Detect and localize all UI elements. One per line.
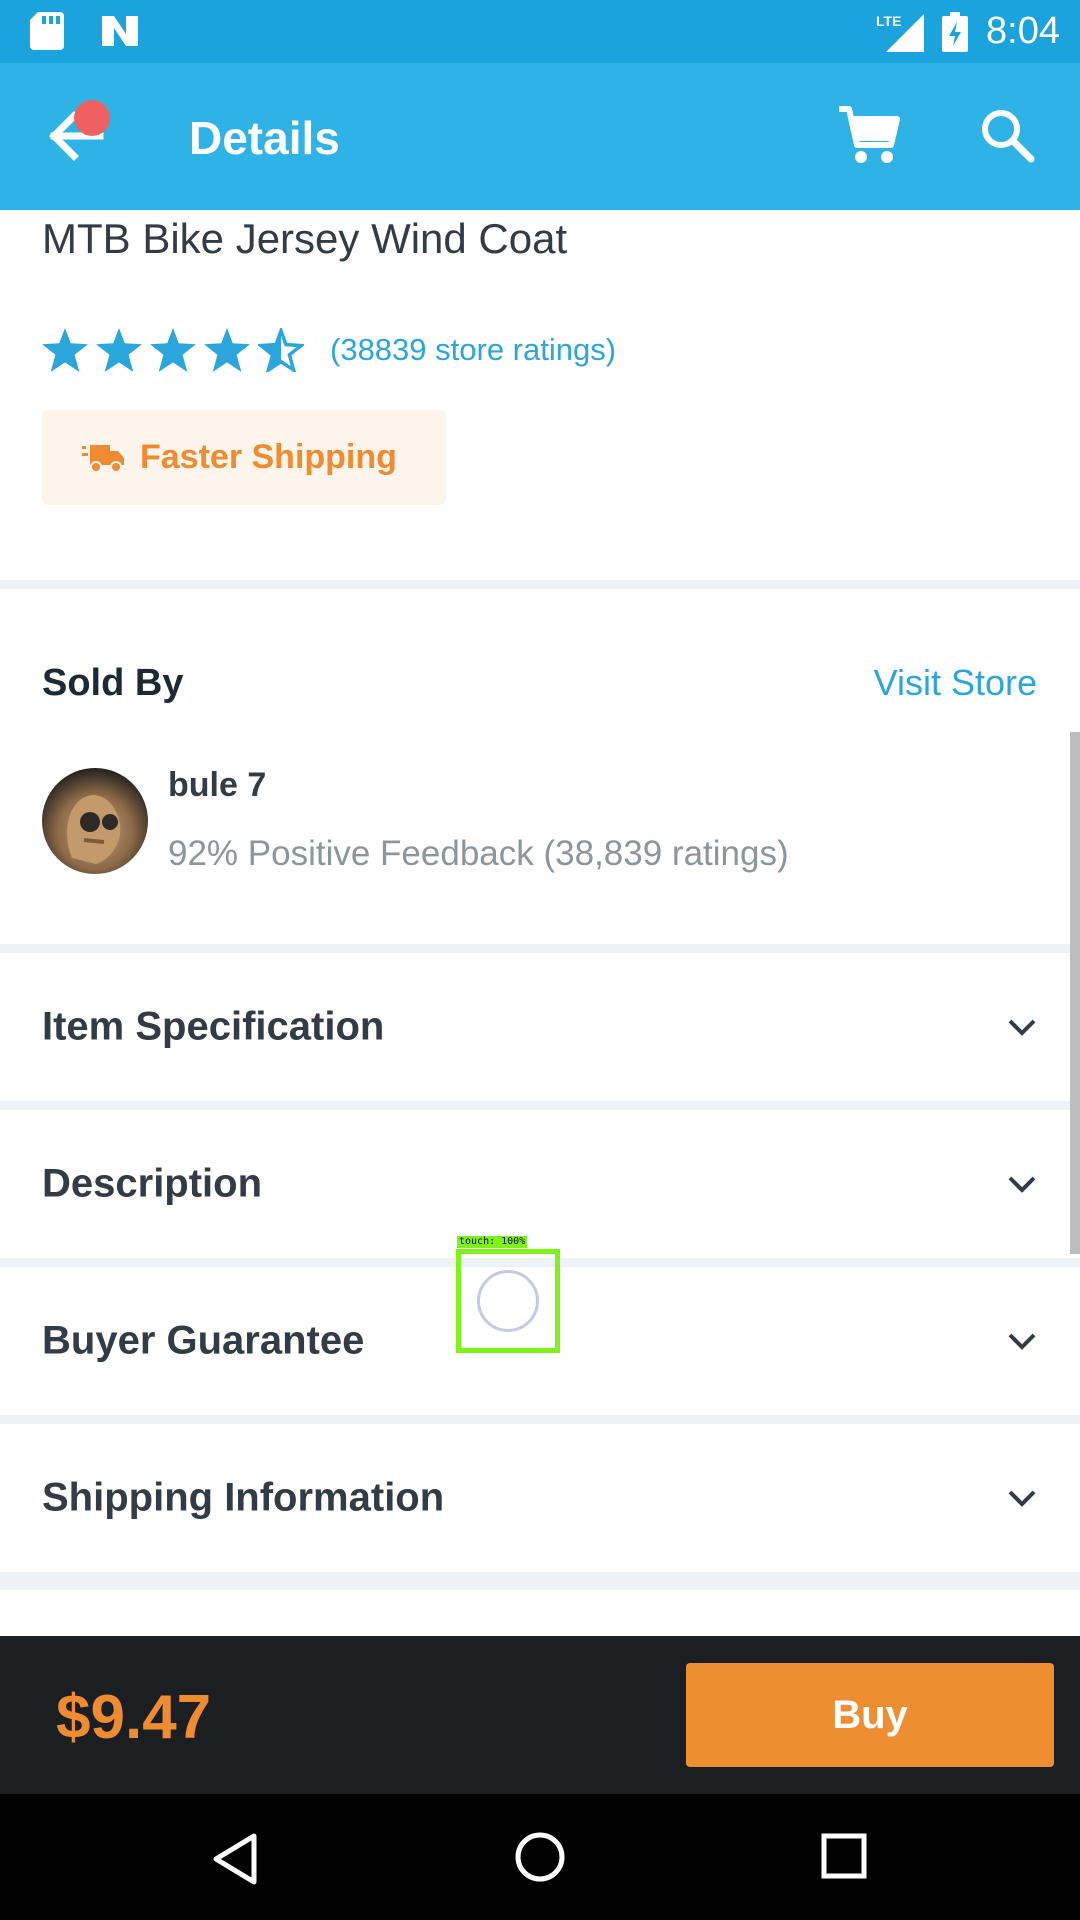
- section-label: Shipping Information: [42, 1475, 445, 1520]
- seller-feedback: 92% Positive Feedback (38,839 ratings): [168, 834, 789, 873]
- touch-indicator-label: touch: 100%: [457, 1236, 528, 1248]
- app-bar: Details: [0, 63, 1080, 210]
- item-specification-section[interactable]: Item Specification: [0, 953, 1080, 1101]
- half-star-icon: [258, 328, 304, 372]
- nav-back-icon[interactable]: [210, 1832, 260, 1886]
- faster-shipping-label: Faster Shipping: [140, 438, 397, 476]
- visit-store-link[interactable]: Visit Store: [874, 662, 1037, 704]
- cart-icon: [839, 106, 900, 163]
- cart-button[interactable]: [835, 103, 901, 169]
- notification-dot: [74, 100, 110, 136]
- price: $9.47: [56, 1683, 212, 1752]
- system-nav-bar: [0, 1794, 1080, 1920]
- section-label: Item Specification: [42, 1004, 385, 1049]
- section-label: Description: [42, 1161, 263, 1206]
- page-title: Details: [189, 112, 340, 164]
- touch-indicator-circle: [477, 1270, 539, 1332]
- faster-shipping-badge: Faster Shipping: [42, 410, 446, 505]
- star-icon: [204, 328, 250, 372]
- truck-icon: [82, 444, 124, 473]
- divider: [0, 1101, 1080, 1110]
- purchase-bar: $9.47 Buy: [0, 1636, 1080, 1794]
- details-content[interactable]: Waterproof Breathable Reflective Riding …: [0, 210, 1080, 1636]
- star-icon: [150, 328, 196, 372]
- chevron-down-icon: [1008, 1490, 1036, 1507]
- seller-name[interactable]: bule 7: [168, 766, 266, 805]
- divider: [0, 944, 1080, 953]
- rating-row[interactable]: (38839 store ratings): [42, 328, 616, 372]
- chevron-down-icon: [1008, 1333, 1036, 1350]
- star-icon: [42, 328, 88, 372]
- section-label: Buyer Guarantee: [42, 1318, 365, 1363]
- status-time: 8:04: [986, 10, 1060, 52]
- star-rating: [42, 328, 304, 372]
- sold-by-heading: Sold By: [42, 662, 184, 704]
- divider: [0, 1415, 1080, 1424]
- divider: [0, 580, 1080, 589]
- status-bar: LTE 8:04: [0, 0, 1080, 63]
- buy-button[interactable]: Buy: [686, 1663, 1054, 1767]
- search-button[interactable]: [975, 103, 1041, 169]
- sd-card-icon: [30, 12, 64, 50]
- scrollbar[interactable]: [1070, 732, 1080, 1254]
- signal-icon: LTE: [876, 13, 925, 52]
- search-icon: [982, 110, 1035, 163]
- glove-image: [67, 795, 121, 864]
- nav-recents-icon[interactable]: [820, 1832, 868, 1880]
- battery-charging-icon: [942, 11, 969, 52]
- chevron-down-icon: [1008, 1019, 1036, 1036]
- chevron-down-icon: [1008, 1176, 1036, 1193]
- star-icon: [96, 328, 142, 372]
- nav-home-icon[interactable]: [513, 1830, 567, 1884]
- shipping-information-section[interactable]: Shipping Information: [0, 1424, 1080, 1572]
- network-label: LTE: [876, 13, 901, 29]
- product-title: Waterproof Breathable Reflective Riding …: [42, 215, 568, 262]
- n-logo-icon: [102, 16, 138, 46]
- store-ratings-link[interactable]: (38839 store ratings): [330, 332, 616, 368]
- description-section[interactable]: Description: [0, 1110, 1080, 1258]
- seller-avatar[interactable]: [42, 768, 148, 874]
- divider: [0, 1572, 1080, 1590]
